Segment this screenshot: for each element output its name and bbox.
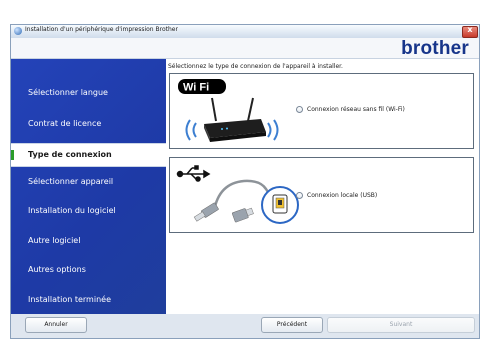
step-other-software: Autre logiciel [28,236,81,245]
brand-bar: brother [11,38,479,59]
title-bar: Installation d'un périphérique d'impress… [11,25,479,39]
usb-connection-option[interactable]: Connexion locale (USB) [169,157,474,233]
step-connection-type-label: Type de connexion [28,150,112,159]
wifi-radio-button[interactable] [296,106,303,113]
active-step-marker [11,150,14,160]
instruction-text: Sélectionnez le type de connexion de l'a… [168,63,343,70]
usb-cable-icon [176,165,299,224]
step-select-language: Sélectionner langue [28,88,108,97]
wifi-connection-option[interactable]: Wi Fi Connexion réseau sans fil (Wi-Fi) [169,73,474,149]
main-content: Sélectionnez le type de connexion de l'a… [166,59,479,314]
window-title: Installation d'un périphérique d'impress… [25,26,178,33]
usb-radio-button[interactable] [296,192,303,199]
next-button[interactable]: Suivant [327,317,475,333]
close-button[interactable]: x [462,25,478,38]
close-icon: x [467,25,473,34]
steps-sidebar: Sélectionner langue Contrat de licence T… [11,59,166,314]
wifi-router-icon [185,97,279,142]
installer-app-icon [14,27,22,35]
wifi-option-label[interactable]: Connexion réseau sans fil (Wi-Fi) [307,106,405,113]
cancel-button[interactable]: Annuler [25,317,87,333]
step-connection-type: Type de connexion [11,143,166,167]
step-select-device: Sélectionner appareil [28,177,114,186]
step-software-installation: Installation du logiciel [28,206,116,215]
installer-window: Installation d'un périphérique d'impress… [10,24,480,339]
step-other-options: Autres options [28,265,86,274]
brother-logo: brother [401,38,469,59]
previous-button[interactable]: Précédent [261,317,323,333]
step-license-agreement: Contrat de licence [28,119,102,128]
usb-option-label[interactable]: Connexion locale (USB) [307,192,377,199]
step-installation-complete: Installation terminée [28,295,111,304]
